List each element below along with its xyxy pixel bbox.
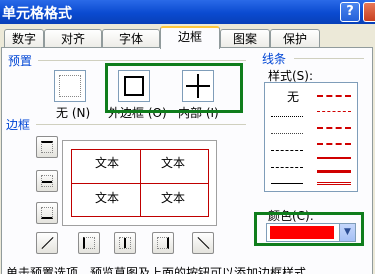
style-medium-dash-dot[interactable] [317, 127, 351, 129]
style-thin[interactable] [271, 183, 303, 184]
tab-protection[interactable]: 保护 [270, 29, 320, 48]
border-left-icon [83, 237, 95, 249]
border-top-icon [41, 141, 53, 153]
preview-cell-text: 文本 [161, 156, 186, 170]
border-diagonal-down-button[interactable] [192, 232, 214, 254]
style-slanted-dash-dot[interactable] [317, 111, 351, 112]
close-button[interactable] [363, 2, 375, 22]
preview-cell-text: 文本 [95, 191, 120, 205]
style-none[interactable]: 无 [287, 88, 299, 105]
line-section-label: 线条 [262, 52, 287, 66]
border-middle-horizontal-icon [41, 175, 53, 187]
tab-font[interactable]: 字体 [102, 29, 160, 48]
diagonal-down-icon [197, 236, 210, 250]
border-separator [36, 124, 246, 125]
style-dotted[interactable] [271, 133, 303, 134]
preset-none-label: 无 (N) [56, 106, 91, 120]
chevron-down-icon[interactable]: ▼ [339, 224, 355, 241]
border-right-button[interactable] [152, 232, 174, 254]
preview-inside-horizontal [71, 183, 209, 184]
tab-patterns[interactable]: 图案 [220, 29, 270, 48]
diagonal-up-icon [41, 236, 54, 250]
style-dashed[interactable] [271, 167, 303, 168]
style-double[interactable] [317, 182, 351, 185]
highlight-outline-inside [105, 63, 243, 113]
style-thick[interactable] [317, 170, 351, 173]
tab-alignment[interactable]: 对齐 [44, 29, 102, 48]
preview-cell-text: 文本 [95, 156, 120, 170]
selected-color-swatch [270, 226, 334, 239]
hint-text: 单击预置选项、预览草图及上面的按钮可以添加边框样式。 [6, 266, 319, 274]
border-diagonal-up-button[interactable] [36, 232, 58, 254]
border-middle-vertical-button[interactable] [114, 232, 136, 254]
preview-cell-text: 文本 [161, 191, 186, 205]
preset-none-icon [59, 75, 81, 97]
border-section-label: 边框 [6, 118, 31, 132]
style-medium[interactable] [317, 157, 351, 159]
border-left-button[interactable] [78, 232, 100, 254]
presets-section-label: 预置 [8, 54, 33, 68]
border-bottom-button[interactable] [36, 202, 58, 224]
border-right-icon [157, 237, 169, 249]
tab-border[interactable]: 边框 [160, 26, 220, 49]
title-bar: 单元格格式 [0, 0, 375, 24]
color-dropdown[interactable]: ▼ [266, 223, 356, 242]
style-medium-dashed[interactable] [317, 143, 351, 145]
help-button[interactable]: ? [340, 2, 360, 22]
style-dotted-fine[interactable] [271, 116, 303, 117]
window-title: 单元格格式 [2, 6, 72, 22]
style-dash-dot-dot[interactable] [271, 150, 303, 151]
tab-number[interactable]: 数字 [4, 29, 44, 48]
border-preview[interactable]: 文本 文本 文本 文本 [62, 140, 217, 226]
preset-none-button[interactable] [54, 70, 86, 102]
border-middle-vertical-icon [119, 237, 131, 249]
border-middle-horizontal-button[interactable] [36, 170, 58, 192]
line-separator [294, 58, 364, 59]
style-medium-dash-dot-dot[interactable] [317, 95, 351, 97]
border-top-button[interactable] [36, 136, 58, 158]
presets-separator [38, 60, 246, 61]
line-style-list[interactable]: 无 [264, 82, 358, 192]
border-bottom-icon [41, 207, 53, 219]
